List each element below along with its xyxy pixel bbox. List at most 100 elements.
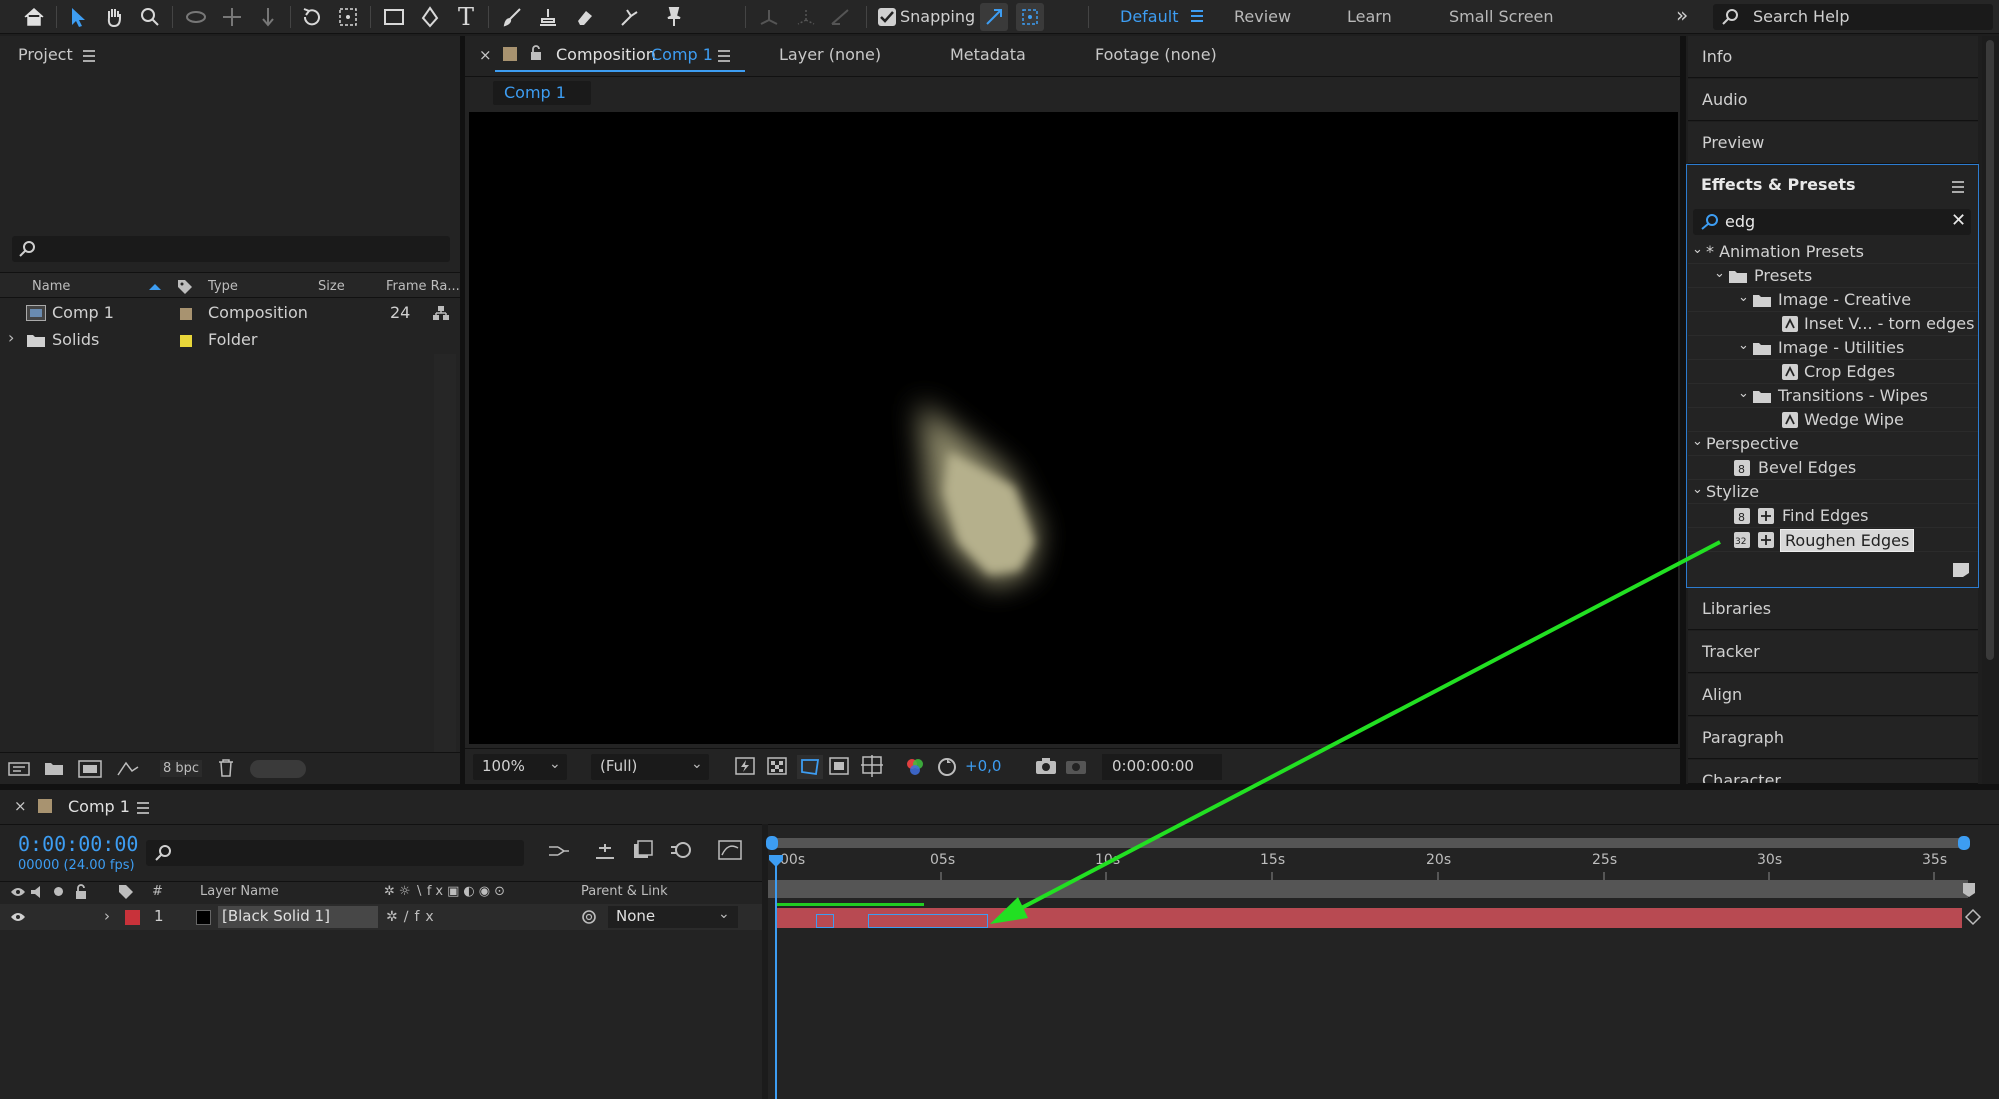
time-navigator[interactable] — [766, 836, 1970, 850]
effects-search-input[interactable]: edg ✕ — [1693, 209, 1971, 235]
panel-tracker[interactable]: Tracker — [1688, 631, 1978, 673]
workspace-default[interactable]: Default — [1120, 7, 1178, 26]
motion-blur-icon[interactable] — [670, 840, 692, 860]
grid-guides-icon[interactable] — [861, 755, 883, 777]
panel-preview[interactable]: Preview — [1688, 122, 1978, 164]
col-name[interactable]: Name — [32, 279, 70, 294]
orbit-camera-icon[interactable] — [182, 3, 210, 31]
layer-switches[interactable]: ✲∕fx — [386, 909, 440, 925]
panel-character[interactable]: Character — [1688, 760, 1978, 784]
close-tab-icon[interactable]: × — [14, 797, 27, 815]
tree-item[interactable]: Wedge Wipe — [1688, 408, 1978, 432]
pan-camera-icon[interactable] — [218, 3, 246, 31]
panel-align[interactable]: Align — [1688, 674, 1978, 716]
layer-label-swatch[interactable] — [125, 910, 140, 925]
chevron-right-icon[interactable]: › — [104, 907, 110, 925]
tree-item[interactable]: 8 Bevel Edges — [1688, 456, 1978, 480]
timeline-menu-icon[interactable] — [136, 802, 150, 814]
resolution-dropdown[interactable]: (Full) ⌄ — [591, 754, 709, 780]
tree-item[interactable]: ⌄ Image - Creative — [1688, 288, 1978, 312]
timeline-search-input[interactable] — [146, 840, 524, 866]
mask-visibility-icon[interactable] — [797, 755, 823, 779]
new-folder-icon[interactable] — [1952, 562, 1970, 578]
project-scrollbar[interactable] — [434, 354, 456, 754]
panel-info[interactable]: Info — [1688, 36, 1978, 78]
new-folder-icon[interactable] — [44, 761, 64, 776]
tree-item-selected[interactable]: 32 Roughen Edges — [1688, 528, 1978, 552]
rectangle-tool-icon[interactable] — [380, 3, 408, 31]
label-color-swatch[interactable] — [180, 308, 192, 320]
comment-marker-icon[interactable] — [1962, 882, 1976, 898]
label-color-swatch[interactable] — [180, 335, 192, 347]
tree-item[interactable]: ⌄ * Animation Presets — [1688, 240, 1978, 264]
layer-name-field[interactable]: [Black Solid 1] — [218, 906, 378, 928]
chevron-down-icon[interactable]: ⌄ — [1714, 266, 1725, 281]
layer-duration-bar[interactable] — [776, 908, 1962, 928]
project-settings-icon[interactable] — [116, 759, 140, 779]
chevron-down-icon[interactable]: ⌄ — [1692, 242, 1703, 257]
clone-stamp-tool-icon[interactable] — [534, 3, 562, 31]
chevron-down-icon[interactable]: ⌄ — [1738, 386, 1749, 401]
home-icon[interactable] — [20, 3, 48, 31]
project-search-input[interactable] — [12, 236, 450, 262]
transparency-grid-icon[interactable] — [767, 757, 787, 775]
tab-layer[interactable]: Layer (none) — [779, 45, 881, 64]
pen-tool-icon[interactable] — [416, 3, 444, 31]
composition-tab-prefix[interactable]: Composition — [556, 45, 656, 64]
tree-item[interactable]: ⌄ Image - Utilities — [1688, 336, 1978, 360]
viewer-timecode[interactable]: 0:00:00:00 — [1102, 754, 1222, 780]
workspace-small-screen[interactable]: Small Screen — [1449, 7, 1554, 26]
chevron-down-icon[interactable]: ⌄ — [1692, 434, 1703, 449]
hand-tool-icon[interactable] — [100, 3, 128, 31]
rotate-tool-icon[interactable] — [298, 3, 326, 31]
label-tag-icon[interactable] — [118, 884, 134, 900]
reset-exposure-icon[interactable] — [937, 757, 957, 777]
channel-icon[interactable] — [905, 757, 925, 777]
timeline-timecode[interactable]: 0:00:00:00 — [18, 832, 138, 856]
exposure-value[interactable]: +0,0 — [965, 757, 1001, 775]
snapshot-camera-icon[interactable] — [1035, 757, 1057, 775]
roto-brush-tool-icon[interactable] — [616, 3, 644, 31]
col-parent[interactable]: Parent & Link — [581, 884, 668, 899]
label-tag-icon[interactable] — [177, 279, 193, 295]
snap-features-icon[interactable] — [1016, 3, 1044, 31]
col-frame-rate[interactable]: Frame Ra... — [386, 279, 460, 294]
anchor-point-tool-icon[interactable] — [334, 3, 362, 31]
col-size[interactable]: Size — [318, 279, 345, 294]
right-panels-scrollbar[interactable] — [1982, 36, 1999, 784]
trash-icon[interactable] — [218, 759, 234, 777]
timeline-tab-name[interactable]: Comp 1 — [68, 797, 130, 816]
close-tab-icon[interactable]: × — [479, 46, 492, 64]
parent-dropdown[interactable]: None ⌄ — [608, 906, 738, 928]
axis-local-icon[interactable] — [755, 3, 783, 31]
axis-world-icon[interactable] — [792, 3, 820, 31]
eye-icon[interactable] — [10, 886, 26, 898]
work-area-bar[interactable] — [768, 880, 1968, 898]
solo-icon[interactable] — [54, 887, 63, 896]
tree-item[interactable]: ⌄ Perspective — [1688, 432, 1978, 456]
tree-item[interactable]: ⌄ Transitions - Wipes — [1688, 384, 1978, 408]
tab-metadata[interactable]: Metadata — [950, 45, 1026, 64]
playhead-handle[interactable] — [768, 854, 784, 867]
selection-tool-icon[interactable] — [64, 3, 92, 31]
composition-tab-menu-icon[interactable] — [717, 50, 731, 62]
snapping-checkbox[interactable] — [878, 8, 896, 26]
puppet-pin-tool-icon[interactable] — [660, 3, 688, 31]
chevron-down-icon[interactable]: ⌄ — [1738, 338, 1749, 353]
panel-paragraph[interactable]: Paragraph — [1688, 717, 1978, 759]
thumbnail-scrubber[interactable] — [250, 760, 306, 778]
tab-footage[interactable]: Footage (none) — [1095, 45, 1217, 64]
brush-tool-icon[interactable] — [498, 3, 526, 31]
clear-search-icon[interactable]: ✕ — [1951, 210, 1966, 231]
playhead[interactable] — [775, 862, 777, 1099]
comp-flowchart-icon[interactable] — [548, 842, 570, 860]
graph-editor-icon[interactable] — [718, 840, 742, 860]
eye-icon[interactable] — [10, 911, 26, 923]
frame-blending-icon[interactable] — [632, 840, 654, 860]
audio-icon[interactable] — [30, 885, 46, 899]
chevron-right-icon[interactable]: › — [8, 328, 14, 347]
project-row[interactable]: › Solids Folder — [0, 327, 456, 354]
time-ruler[interactable]: 00s 05s 10s 15s 20s 25s 30s 35s — [768, 852, 1968, 880]
workspace-menu-icon[interactable] — [1190, 9, 1204, 23]
axis-view-icon[interactable] — [826, 3, 854, 31]
